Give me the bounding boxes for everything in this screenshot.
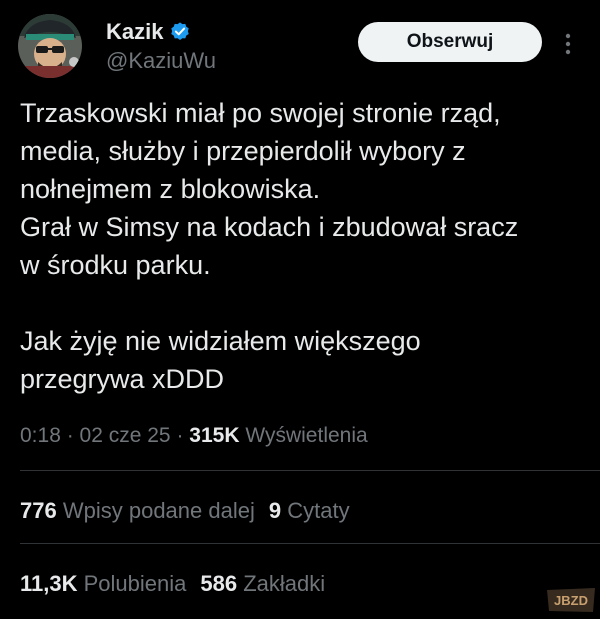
jbzd-watermark-logo: JBZD [545, 586, 597, 614]
more-options-icon[interactable] [562, 32, 574, 56]
likes-label: Polubienia [83, 571, 187, 596]
display-name[interactable]: Kazik [106, 19, 163, 45]
tweet-meta: 0:18 · 02 cze 25 · 315K Wyświetlenia [20, 424, 368, 448]
views-count: 315K [189, 424, 240, 447]
tweet-header: Kazik @KaziuWu Obserwuj [18, 14, 582, 78]
avatar[interactable] [18, 14, 82, 78]
likes-count: 11,3K [20, 571, 78, 596]
quotes-count: 9 [268, 498, 282, 523]
bookmarks-stat[interactable]: 586 Zakładki [200, 571, 325, 596]
author-info: Kazik @KaziuWu [106, 18, 216, 74]
views-label: Wyświetlenia [245, 424, 368, 447]
reposts-count: 776 [20, 498, 57, 523]
meta-separator: · [170, 424, 190, 447]
stats-row-reposts: 776 Wpisy podane dalej 9 Cytaty [20, 498, 350, 524]
author-handle[interactable]: @KaziuWu [106, 48, 216, 74]
display-name-row: Kazik [106, 18, 216, 46]
quotes-stat[interactable]: 9 Cytaty [269, 498, 350, 523]
tweet-text: Trzaskowski miał po swojej stronie rząd,… [20, 94, 585, 398]
stats-row-likes: 11,3K Polubienia 586 Zakładki [20, 571, 325, 597]
reposts-stat[interactable]: 776 Wpisy podane dalej [20, 498, 255, 523]
quotes-label: Cytaty [287, 498, 350, 523]
verified-badge-icon [169, 21, 191, 43]
reposts-label: Wpisy podane dalej [62, 498, 255, 523]
likes-stat[interactable]: 11,3K Polubienia [20, 571, 186, 596]
follow-button[interactable]: Obserwuj [358, 22, 542, 62]
avatar-image [18, 14, 82, 78]
bookmarks-label: Zakładki [243, 571, 326, 596]
tweet-date[interactable]: 02 cze 25 [80, 424, 171, 447]
meta-separator: · [60, 424, 80, 447]
bookmarks-count: 586 [200, 571, 238, 596]
divider [20, 470, 600, 471]
tweet-time[interactable]: 0:18 [20, 424, 61, 447]
tweet-paragraph: Jak żyję nie widziałem większego przegry… [20, 326, 421, 394]
divider [20, 543, 600, 544]
tweet-paragraph: Trzaskowski miał po swojej stronie rząd,… [20, 98, 519, 280]
svg-text:JBZD: JBZD [554, 593, 588, 608]
